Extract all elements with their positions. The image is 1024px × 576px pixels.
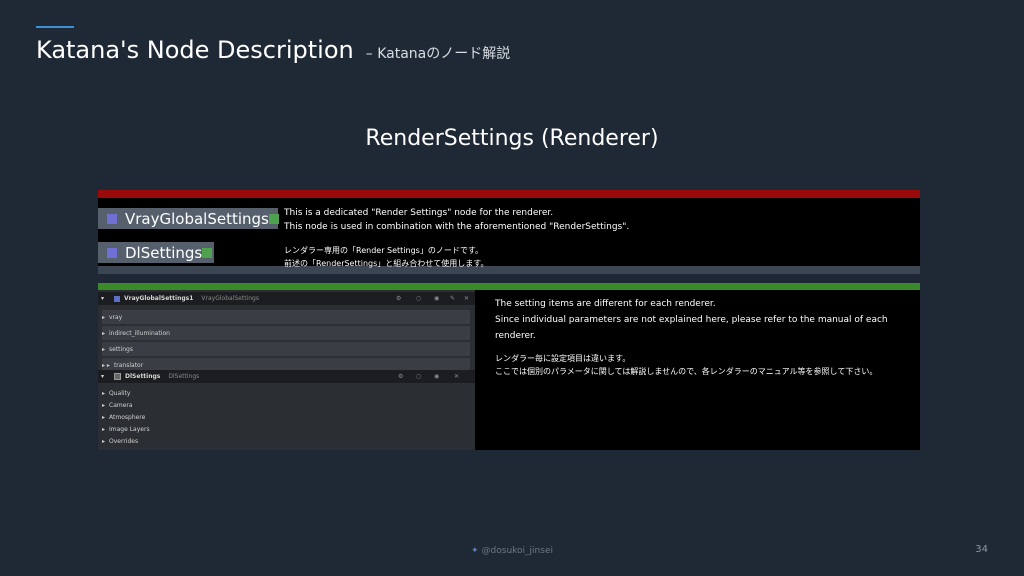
desc-jp-line: レンダラー毎に設定項目は違います。 (495, 354, 631, 363)
expand-arrow-icon: ▸ (102, 329, 106, 337)
parameters-panel: ▾ VrayGlobalSettings1 VrayGlobalSettings… (98, 290, 475, 450)
vray-param-header[interactable]: ▾ VrayGlobalSettings1 VrayGlobalSettings… (98, 292, 475, 305)
desc-en-line: The setting items are different for each… (495, 299, 716, 309)
param-group-row[interactable]: ▸ indirect_illumination (102, 326, 470, 340)
expand-arrow-icon: ▸ (102, 437, 106, 445)
desc-en-line: This is a dedicated "Render Settings" no… (284, 208, 554, 218)
close-icon[interactable]: ✕ (464, 295, 469, 302)
accent-line (36, 26, 74, 28)
twitter-bird-icon: ✦ (471, 546, 479, 556)
twitter-handle: @dosukoi_jinsei (481, 546, 553, 556)
expand-arrow-icon: ▸ (102, 389, 106, 397)
page-number: 34 (975, 544, 988, 555)
circle-icon[interactable]: ○ (416, 295, 421, 302)
footer: ✦ @dosukoi_jinsei (0, 546, 1024, 556)
desc-en-line: Since individual parameters are not expl… (495, 315, 888, 341)
vray-global-settings-node[interactable]: VrayGlobalSettings (98, 208, 279, 229)
expand-arrow-icon: ▸ (102, 313, 106, 321)
desc-jp-line: ここでは個別のパラメータに関しては解説しませんので、各レンダラーのマニュアル等を… (495, 367, 878, 376)
expand-arrow-icon: ▸ (102, 345, 106, 353)
desc-jp-line: レンダラー専用の「Render Settings」のノードです。 (284, 246, 484, 255)
node-type-icon (114, 295, 121, 302)
node-description: This is a dedicated "Render Settings" no… (284, 206, 914, 270)
section-title: RenderSettings (Renderer) (365, 126, 659, 151)
param-node-name: VrayGlobalSettings1 (124, 295, 194, 302)
node-input-port-icon (107, 213, 117, 224)
dl-param-header[interactable]: ▾ DlSettings DlSettings ⚙ ○ ◉ ✕ (98, 370, 475, 383)
slide-subtitle: – Katanaのノード解説 (365, 46, 511, 62)
expand-arrow-icon: ▸ ▸ (102, 361, 110, 369)
desc-jp-line: 前述の「RenderSettings」と組み合わせて使用します。 (284, 259, 489, 268)
expand-arrow-icon: ▸ (102, 425, 106, 433)
renderer-description: The setting items are different for each… (475, 290, 920, 450)
view-icon[interactable]: ◉ (434, 295, 439, 302)
param-group-row[interactable]: ▸ settings (102, 342, 470, 356)
gear-icon[interactable]: ⚙ (396, 295, 401, 302)
param-group-row[interactable]: ▸ Overrides (102, 434, 470, 448)
node-type-icon (114, 373, 122, 380)
gear-icon[interactable]: ⚙ (398, 373, 403, 380)
node-output-port-icon (268, 213, 279, 224)
edit-icon[interactable]: ✎ (450, 295, 455, 302)
param-node-type: DlSettings (168, 373, 200, 380)
view-icon[interactable]: ◉ (434, 373, 439, 380)
close-icon[interactable]: ✕ (454, 373, 459, 380)
dl-settings-node[interactable]: DlSettings (98, 242, 214, 263)
expand-arrow-icon: ▸ (102, 401, 106, 409)
desc-jp-block: レンダラー毎に設定項目は違います。 ここでは個別のパラメータに関しては解説しませ… (495, 352, 913, 378)
expand-arrow-icon: ▸ (102, 413, 106, 421)
param-node-type: VrayGlobalSettings (201, 295, 259, 302)
slide-title: Katana's Node Description (36, 36, 354, 64)
green-divider (98, 283, 920, 290)
red-divider (98, 190, 920, 198)
collapse-arrow-icon[interactable]: ▾ (101, 373, 104, 380)
circle-icon[interactable]: ○ (416, 373, 421, 380)
desc-jp-block: レンダラー専用の「Render Settings」のノードです。 前述の「Ren… (284, 244, 914, 270)
node-label: VrayGlobalSettings (125, 209, 269, 228)
node-label: DlSettings (125, 243, 203, 262)
param-group-row[interactable]: ▸ vray (102, 310, 470, 324)
collapse-arrow-icon[interactable]: ▾ (101, 295, 104, 302)
slide-header: Katana's Node Description – Katanaのノード解説 (36, 36, 510, 64)
node-output-port-icon (202, 247, 213, 258)
node-input-port-icon (107, 247, 117, 258)
desc-en-line: This node is used in combination with th… (284, 222, 630, 232)
param-node-name: DlSettings (125, 373, 161, 380)
